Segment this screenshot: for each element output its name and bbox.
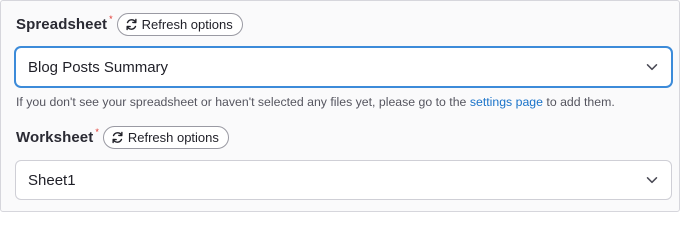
worksheet-refresh-button[interactable]: Refresh options: [102, 126, 229, 149]
help-text-before: If you don't see your spreadsheet or hav…: [16, 95, 470, 109]
spreadsheet-label-row: Spreadsheet * Refresh options: [16, 13, 243, 36]
worksheet-label: Worksheet: [16, 129, 94, 146]
refresh-button-label: Refresh options: [141, 17, 233, 32]
chevron-down-icon: [646, 64, 658, 71]
settings-page-link[interactable]: settings page: [470, 95, 543, 109]
spreadsheet-refresh-button[interactable]: Refresh options: [116, 13, 243, 36]
refresh-icon: [126, 18, 137, 31]
refresh-button-label: Refresh options: [127, 130, 219, 145]
required-marker: *: [109, 13, 113, 24]
spreadsheet-help-text: If you don't see your spreadsheet or hav…: [16, 95, 615, 109]
refresh-icon: [112, 131, 123, 144]
worksheet-select[interactable]: Sheet1: [15, 160, 672, 200]
worksheet-selected-value: Sheet1: [28, 171, 76, 189]
spreadsheet-select[interactable]: Blog Posts Summary: [15, 47, 672, 87]
worksheet-label-row: Worksheet * Refresh options: [16, 126, 229, 149]
form-panel: Spreadsheet * Refresh options Blog Posts…: [0, 0, 680, 212]
spreadsheet-label: Spreadsheet: [16, 16, 108, 33]
chevron-down-icon: [646, 177, 658, 184]
required-marker: *: [95, 126, 99, 137]
help-text-after: to add them.: [542, 95, 615, 109]
spreadsheet-selected-value: Blog Posts Summary: [28, 58, 169, 76]
